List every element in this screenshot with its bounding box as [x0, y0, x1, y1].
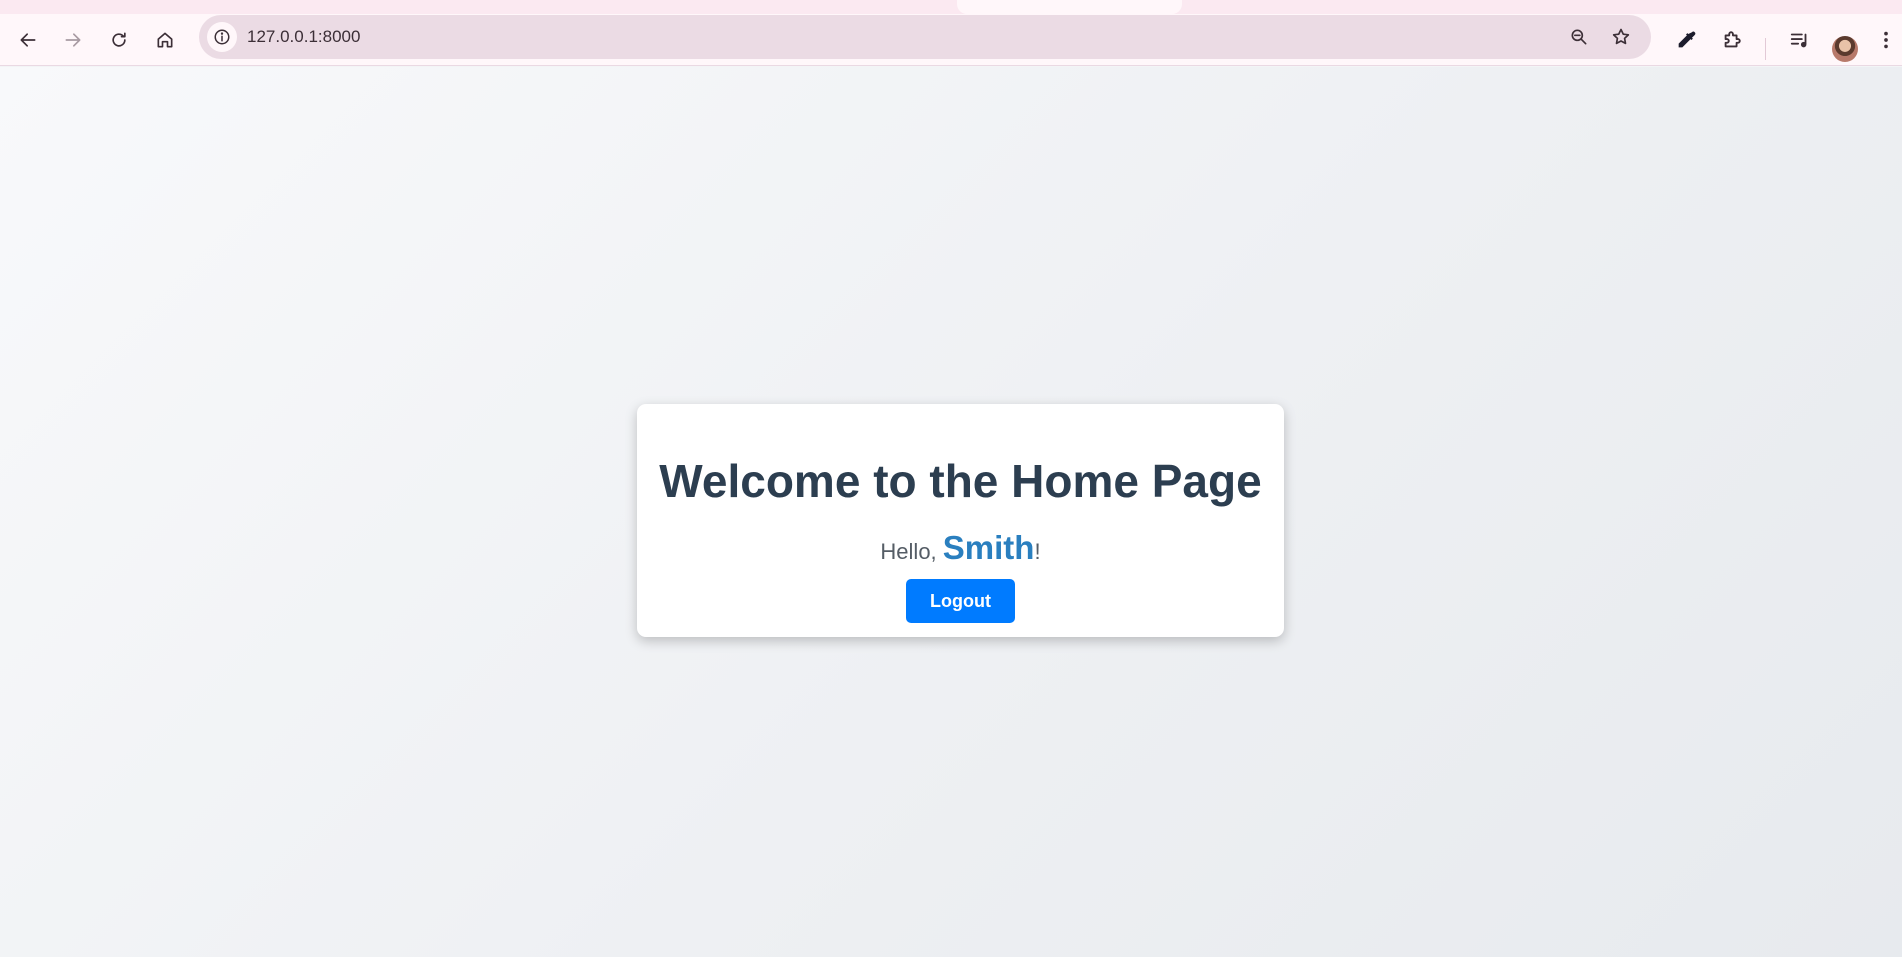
- username: Smith: [942, 529, 1035, 566]
- avatar[interactable]: [1832, 36, 1858, 62]
- toolbar-divider: [1765, 38, 1766, 60]
- playlist-icon: [1790, 33, 1807, 48]
- back-button[interactable]: [12, 24, 44, 56]
- arrow-right-icon: [65, 33, 81, 47]
- url-text[interactable]: 127.0.0.1:8000: [247, 27, 360, 47]
- home-button[interactable]: [149, 24, 181, 56]
- page-title: Welcome to the Home Page: [659, 455, 1262, 507]
- logout-button[interactable]: Logout: [906, 579, 1015, 623]
- arrow-left-icon: [20, 33, 36, 47]
- active-tab[interactable]: [957, 0, 1182, 14]
- greeting-prefix: Hello,: [880, 539, 943, 564]
- address-bar[interactable]: 127.0.0.1:8000: [199, 15, 1651, 59]
- puzzle-icon: [1724, 31, 1741, 48]
- info-icon: [214, 29, 230, 45]
- site-info-button[interactable]: [207, 22, 237, 52]
- reload-button[interactable]: [103, 24, 135, 56]
- zoom-button[interactable]: [1565, 23, 1593, 51]
- tab-strip: [0, 0, 1902, 14]
- bookmark-button[interactable]: [1607, 23, 1635, 51]
- star-icon: [1612, 28, 1630, 45]
- reload-icon: [112, 32, 126, 47]
- media-controls-button[interactable]: [1784, 24, 1816, 56]
- eyedropper-button[interactable]: [1670, 24, 1702, 56]
- kebab-menu-icon: [1884, 31, 1888, 49]
- zoom-out-icon: [1571, 29, 1587, 45]
- greeting: Hello, Smith!: [637, 528, 1284, 572]
- eyedropper-icon: [1678, 31, 1696, 48]
- forward-button[interactable]: [57, 24, 89, 56]
- extensions-button[interactable]: [1716, 24, 1748, 56]
- greeting-suffix: !: [1034, 539, 1041, 564]
- welcome-card: Welcome to the Home Page Hello, Smith! L…: [637, 404, 1284, 637]
- browser-toolbar: 127.0.0.1:8000: [0, 14, 1902, 66]
- page-viewport: Welcome to the Home Page Hello, Smith! L…: [0, 67, 1902, 957]
- browser-menu-button[interactable]: [1874, 24, 1898, 56]
- home-icon: [157, 32, 173, 48]
